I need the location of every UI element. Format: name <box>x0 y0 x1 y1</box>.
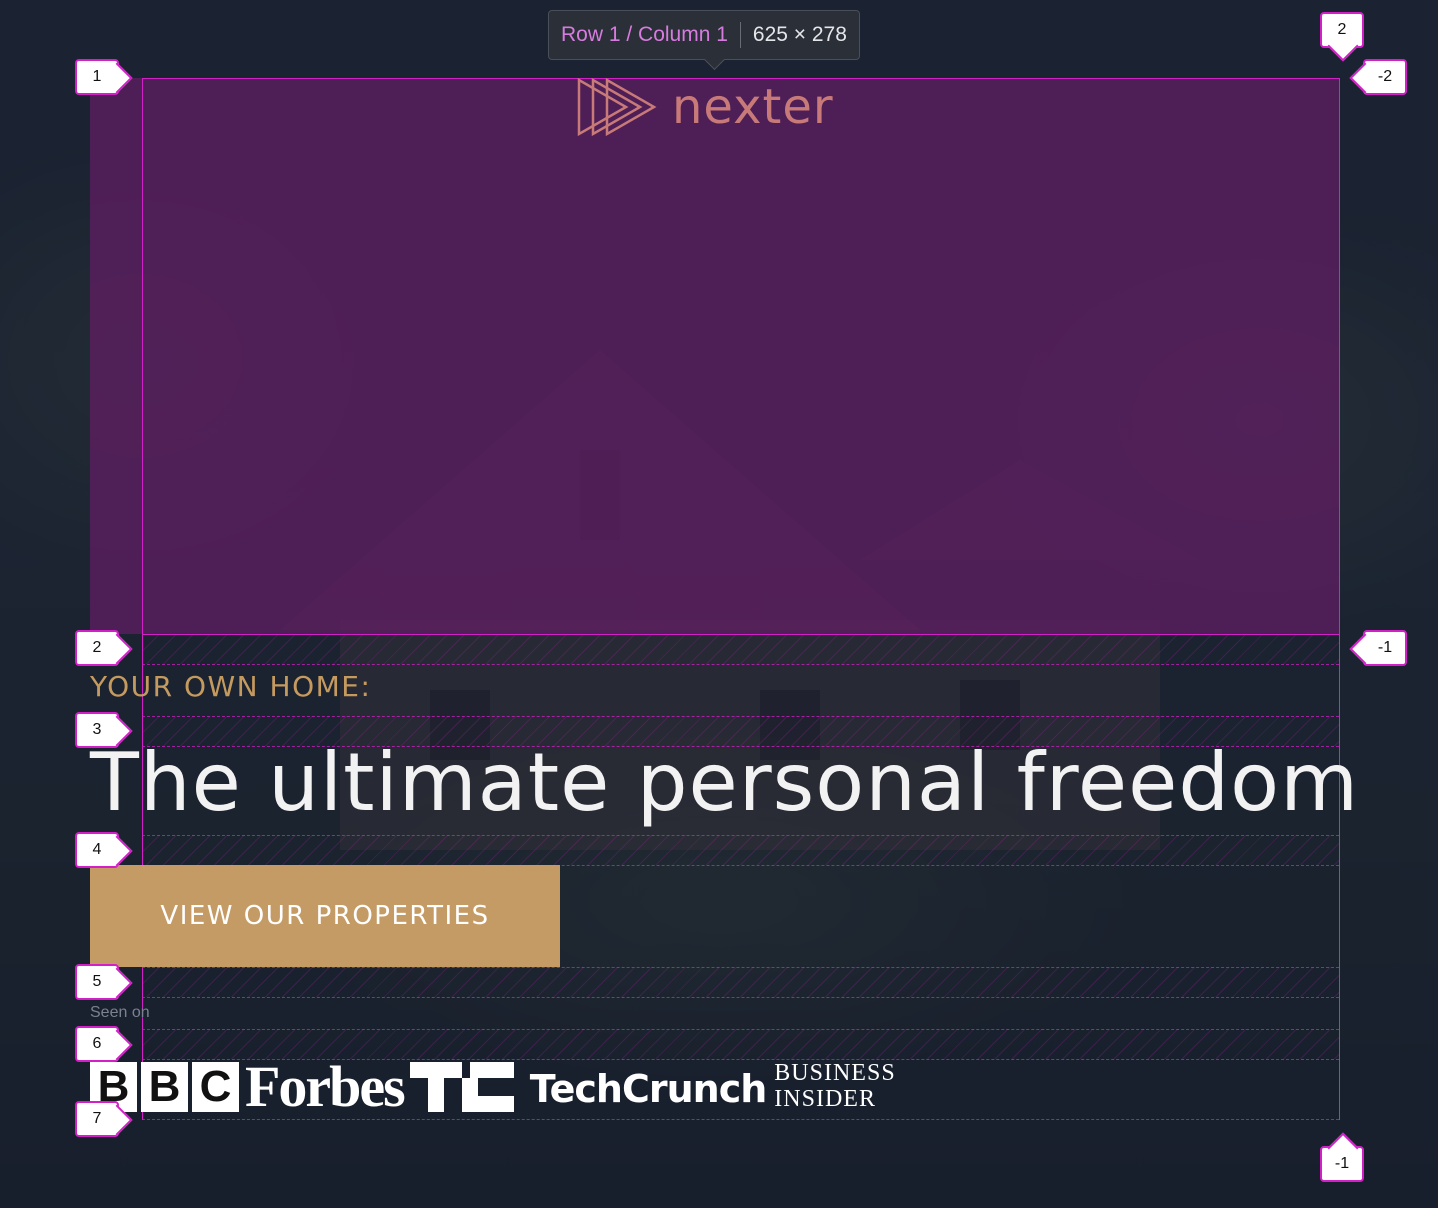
tooltip-size: 625 × 278 <box>752 23 847 46</box>
press-logos: B B C Forbes TechCrunch BUSINESS INSIDER <box>90 1054 896 1119</box>
grid-line-col2 <box>1339 78 1340 1120</box>
view-properties-button[interactable]: VIEW OUR PROPERTIES <box>90 865 560 967</box>
techcrunch-logo: TechCrunch <box>529 1067 768 1111</box>
grid-line-badge: -2 <box>1363 59 1407 95</box>
grid-line-badge: 5 <box>75 964 119 1000</box>
grid-line-badge: 3 <box>75 712 119 748</box>
grid-gap-1 <box>142 634 1339 664</box>
grid-track-line <box>142 716 1339 717</box>
hero-subtitle: YOUR OWN HOME: <box>90 670 372 703</box>
grid-track-line <box>142 967 1339 968</box>
grid-line-badge: 7 <box>75 1101 119 1137</box>
bbc-letter: C <box>192 1062 239 1112</box>
grid-line-badge: -1 <box>1363 630 1407 666</box>
grid-track-line <box>142 1029 1339 1030</box>
grid-line-row2 <box>142 634 1340 635</box>
nexter-logo[interactable]: nexter <box>576 76 834 138</box>
grid-line-badge: 2 <box>1320 12 1364 48</box>
grid-track-line <box>142 997 1339 998</box>
grid-gap-4 <box>142 967 1339 997</box>
forbes-logo: Forbes <box>245 1054 406 1119</box>
business-insider-line2: INSIDER <box>774 1086 876 1112</box>
tooltip-area-name: Row 1 / Column 1 <box>561 23 728 46</box>
hero-headline: The ultimate personal freedom <box>90 736 1359 829</box>
tooltip-separator <box>739 22 741 48</box>
grid-line-badge: 4 <box>75 832 119 868</box>
grid-track-line <box>142 664 1339 665</box>
grid-line-badge: -1 <box>1320 1146 1364 1182</box>
logo-text: nexter <box>672 79 834 135</box>
grid-gap-3 <box>142 835 1339 865</box>
bbc-letter: B <box>141 1062 188 1112</box>
grid-track-line <box>142 1119 1339 1120</box>
grid-line-badge: 1 <box>75 59 119 95</box>
business-insider-logo: BUSINESS INSIDER <box>774 1060 895 1112</box>
grid-area-highlight <box>90 78 1340 634</box>
grid-track-line <box>142 835 1339 836</box>
grid-line-badge: 6 <box>75 1026 119 1062</box>
seen-on-label: Seen on <box>90 1004 150 1021</box>
techcrunch-tc-icon <box>409 1062 514 1112</box>
grid-line-badge: 2 <box>75 630 119 666</box>
grid-area-tooltip: Row 1 / Column 1 625 × 278 <box>548 10 860 60</box>
play-triangles-icon <box>577 77 657 137</box>
business-insider-line1: BUSINESS <box>774 1060 896 1086</box>
